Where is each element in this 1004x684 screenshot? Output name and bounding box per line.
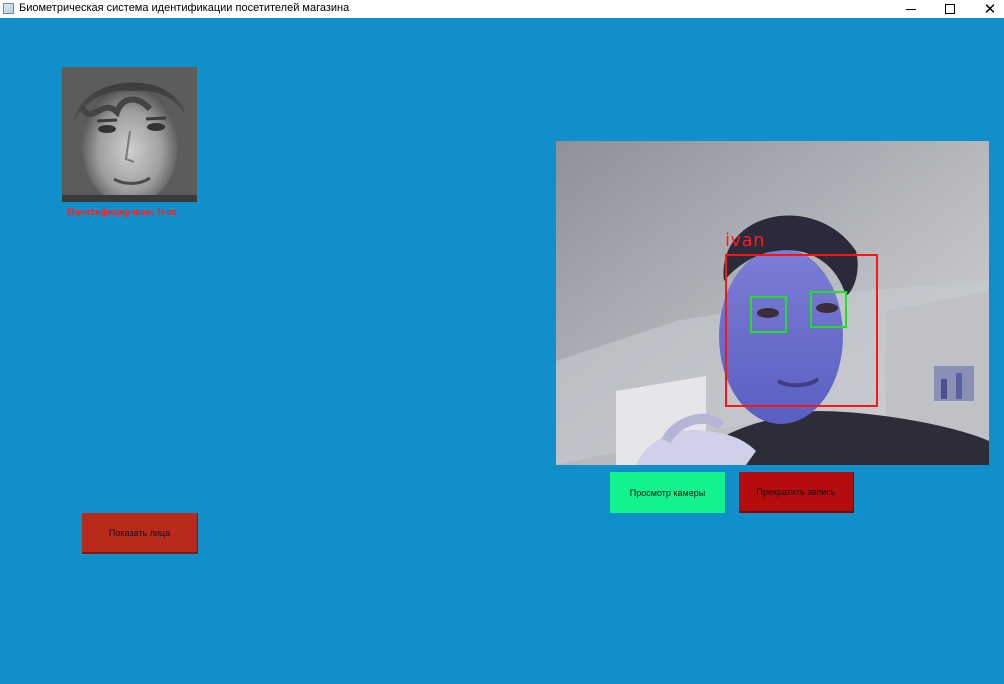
identified-person-label: Идентифицирован: Ivan <box>67 207 177 218</box>
recognized-name-label: ivan <box>725 230 766 251</box>
title-bar: Биометрическая система идентификации пос… <box>0 0 1004 18</box>
window-title: Биометрическая система идентификации пос… <box>19 2 350 14</box>
close-button[interactable]: ✕ <box>970 0 1004 18</box>
show-faces-button[interactable]: Показать лица <box>82 513 198 554</box>
maximize-button[interactable] <box>930 0 970 18</box>
identified-face-image <box>62 67 197 202</box>
minimize-icon <box>906 8 916 10</box>
close-icon: ✕ <box>983 0 997 18</box>
grayscale-face-photo <box>62 67 197 202</box>
main-window-area: Идентифицирован: Ivan ivan Просмотр каме… <box>0 18 1004 684</box>
minimize-button[interactable] <box>891 0 931 18</box>
face-detection-box <box>725 254 878 407</box>
view-camera-button[interactable]: Просмотр камеры <box>610 472 725 513</box>
left-eye-detection-box <box>750 296 787 333</box>
app-window-icon <box>3 3 14 14</box>
camera-feed: ivan <box>556 141 989 465</box>
stop-recording-button[interactable]: Прекратить запись <box>739 472 854 513</box>
right-eye-detection-box <box>810 291 847 328</box>
maximize-icon <box>945 4 955 14</box>
